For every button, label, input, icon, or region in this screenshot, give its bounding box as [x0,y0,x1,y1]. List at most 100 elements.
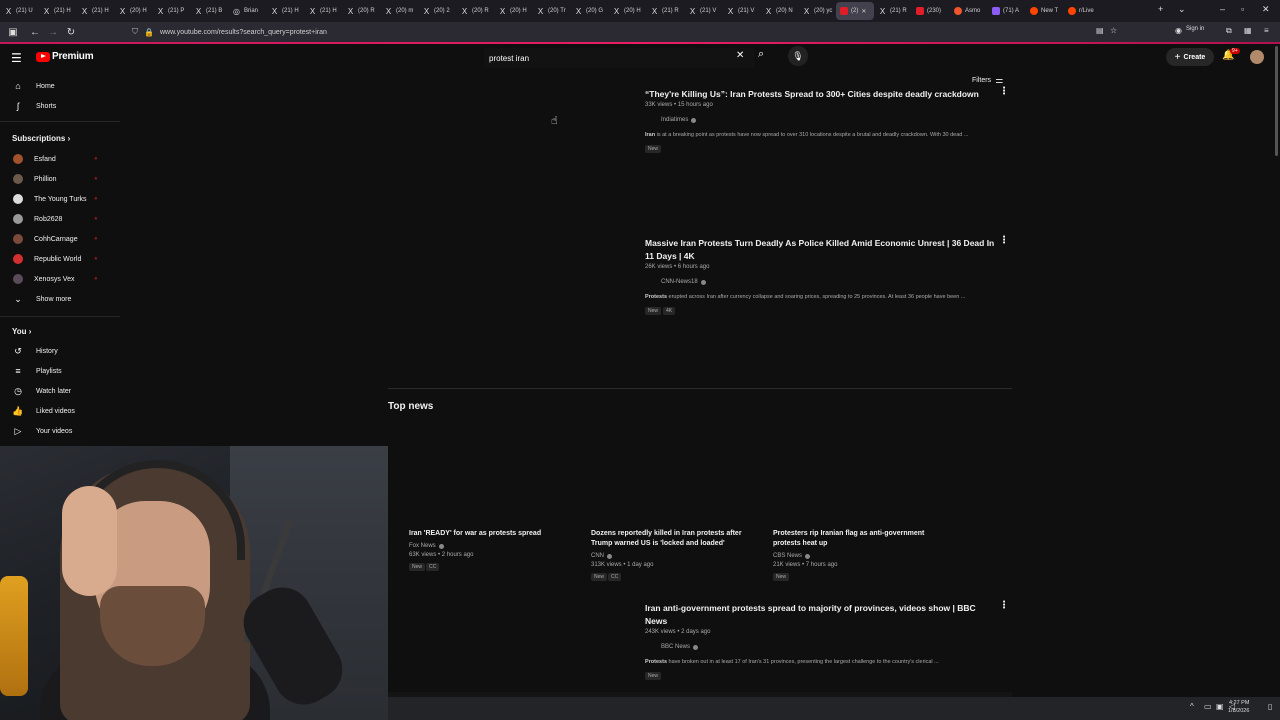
sidebar-item-label: Liked videos [36,407,75,415]
new-tab-button[interactable]: + [1158,4,1163,14]
result-channel[interactable]: CNN-News18 [661,279,706,285]
browser-tab[interactable]: X (20) H [608,2,646,20]
sidebar-item-label: Shorts [36,102,57,110]
close-tab-icon[interactable]: ✕ [861,8,866,15]
url-bar[interactable]: ⛉ 🔒 www.youtube.com/results?search_query… [132,24,1132,40]
clear-search-icon[interactable]: ✕ [736,50,744,61]
browser-tab[interactable]: X (21) V [722,2,760,20]
sidebar-item-label: Playlists [36,367,62,375]
extension-badge-icon[interactable]: ▦ [1244,26,1252,35]
tab-list-chevron-icon[interactable]: ⌄ [1178,4,1186,15]
page-scrollbar[interactable] [1275,46,1278,156]
create-button[interactable]: + Create [1166,48,1214,66]
news-channel[interactable]: CNN [591,553,612,559]
sidebar-item-shorts[interactable]: ʃ Shorts [0,96,120,116]
browser-tab[interactable]: (71) A [988,2,1026,20]
restore-button[interactable]: ▫ [1241,4,1244,14]
browser-tab[interactable]: ◎ Brian [228,2,266,20]
browser-tab[interactable]: X (21) H [304,2,342,20]
news-channel[interactable]: Fox News [409,543,444,549]
browser-tab[interactable]: X (21) H [76,2,114,20]
sidebar-divider [0,316,120,317]
browser-tab[interactable]: New T [1026,2,1064,20]
forward-icon[interactable]: → [44,27,62,38]
sidebar-item-your-videos[interactable]: ▷ Your videos [0,421,120,441]
browser-tab[interactable]: X (20) m [380,2,418,20]
browser-tab[interactable]: X (21) P [152,2,190,20]
sidebar-item-subscription[interactable]: Esfand ● [0,149,120,169]
youtube-premium-logo[interactable]: Premium [36,51,94,62]
account-icon[interactable]: ◉ [1175,26,1182,35]
browser-tab[interactable]: X (20) N [760,2,798,20]
tray-monitor-icon[interactable]: ▣ [1216,702,1224,711]
browser-tab[interactable]: X (21) H [38,2,76,20]
sign-in-button[interactable]: Sign in [1186,26,1204,32]
sidebar-item-home[interactable]: ⌂ Home [0,76,120,96]
browser-tab[interactable]: X (21) R [646,2,684,20]
sidebar-item-subscription[interactable]: Republic World ● [0,249,120,269]
sidebar-item-subscription[interactable]: Xenosys Vex ● [0,269,120,289]
browser-tab[interactable]: X (20) H [494,2,532,20]
browser-tab[interactable]: X (20) R [456,2,494,20]
news-title[interactable]: Iran 'READY' for war as protests spread [409,529,579,539]
result-channel[interactable]: Indiatimes [661,117,697,123]
browser-tab[interactable]: r/Live [1064,2,1102,20]
result-title[interactable]: Massive Iran Protests Turn Deadly As Pol… [645,237,995,263]
more-options-icon[interactable]: ⋮ [999,235,1009,246]
hamburger-menu-icon[interactable]: ☰ [11,51,22,65]
browser-tab[interactable]: X (21) H [266,2,304,20]
filters-button[interactable]: Filters ⚌ [972,75,1003,86]
browser-tab[interactable]: Asmo [950,2,988,20]
news-channel[interactable]: CBS News [773,553,811,559]
browser-tab[interactable]: (230) [912,2,950,20]
browser-tab[interactable]: X (20) R [342,2,380,20]
account-avatar[interactable] [1250,50,1264,64]
bookmark-star-icon[interactable]: ☆ [1110,26,1117,35]
news-title[interactable]: Dozens reportedly killed in Iran protest… [591,529,751,549]
sidebar-item-subscription[interactable]: Phillion ● [0,169,120,189]
browser-tab[interactable]: X (21) R [874,2,912,20]
reload-icon[interactable]: ↻ [62,27,80,38]
taskbar-clock[interactable]: 4:27 PM 1/8/2026 [1228,699,1249,715]
tray-network-icon[interactable]: ▭ [1204,702,1212,711]
x-favicon-icon: X [385,6,392,16]
tray-notification-icon[interactable]: ▯ [1268,702,1272,711]
sidebar-toggle-icon[interactable]: ▣ [4,27,22,38]
browser-tab[interactable]: X (21) U [0,2,38,20]
minimize-button[interactable]: – [1220,4,1225,14]
browser-tab[interactable]: X (20) 2 [418,2,456,20]
browser-tab[interactable]: X (20) G [570,2,608,20]
subscriptions-heading[interactable]: Subscriptions › [12,134,70,143]
result-title[interactable]: Iran anti-government protests spread to … [645,602,985,628]
result-channel[interactable]: BBC News [661,644,699,650]
result-title[interactable]: “They're Killing Us”: Iran Protests Spre… [645,88,995,101]
search-icon[interactable]: ⌕ [758,48,764,61]
microphone-icon[interactable]: 🎙 [788,46,808,66]
search-input[interactable]: protest iran [484,48,754,68]
back-icon[interactable]: ← [26,27,44,38]
browser-tab[interactable]: X (21) V [684,2,722,20]
sidebar-item-show-more[interactable]: ⌄ Show more [0,289,120,309]
more-options-icon[interactable]: ⋮ [999,600,1009,611]
tray-chevron-icon[interactable]: ^ [1190,702,1194,711]
you-heading[interactable]: You › [12,327,31,336]
browser-tab[interactable]: (2) ✕ [836,2,874,20]
sidebar-item-history[interactable]: ↺ History [0,341,120,361]
sidebar-item-subscription[interactable]: CohhCarnage ● [0,229,120,249]
reader-view-icon[interactable]: ▤ [1096,26,1104,35]
browser-tab[interactable]: X (20) Tr [532,2,570,20]
sidebar-item-subscription[interactable]: Rob2628 ● [0,209,120,229]
sidebar-item-watch-later[interactable]: ◷ Watch later [0,381,120,401]
browser-tab[interactable]: X (20) H [114,2,152,20]
browser-tab[interactable]: X (21) B [190,2,228,20]
sidebar-item-liked-videos[interactable]: 👍 Liked videos [0,401,120,421]
browser-tab[interactable]: X (20) yc [798,2,836,20]
close-window-button[interactable]: ✕ [1262,4,1270,15]
logo-text: Premium [52,51,94,62]
browser-menu-icon[interactable]: ≡ [1264,26,1269,35]
sidebar-item-subscription[interactable]: The Young Turks ● [0,189,120,209]
news-title[interactable]: Protesters rip Iranian flag as anti-gove… [773,529,933,549]
more-options-icon[interactable]: ⋮ [999,86,1009,97]
extensions-icon[interactable]: ⧉ [1226,26,1232,36]
sidebar-item-playlists[interactable]: ≡ Playlists [0,361,120,381]
